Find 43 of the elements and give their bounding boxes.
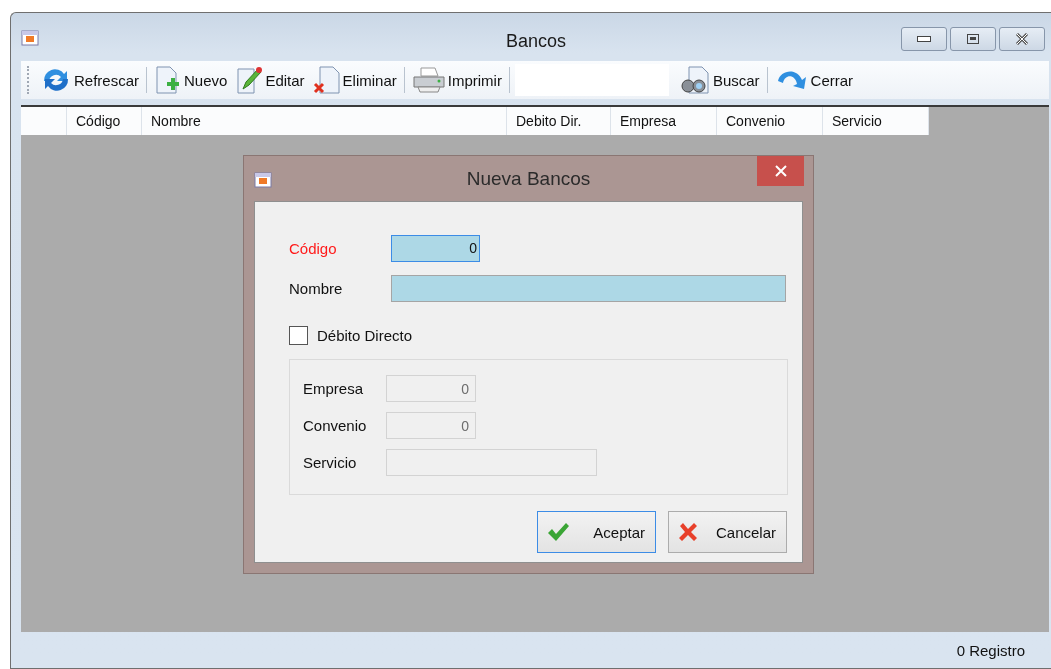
maximize-button[interactable] bbox=[950, 27, 996, 51]
edit-document-icon bbox=[235, 65, 264, 95]
dialog-title: Nueva Bancos bbox=[466, 168, 591, 190]
input-field[interactable]: 0 bbox=[391, 234, 480, 262]
x-icon bbox=[677, 521, 699, 543]
close-button[interactable] bbox=[757, 156, 804, 186]
close-icon bbox=[1015, 33, 1029, 45]
column-header[interactable]: Convenio bbox=[717, 107, 823, 135]
field-label: Empresa bbox=[303, 380, 365, 397]
checkbox-label: Débito Directo bbox=[317, 327, 413, 344]
toolbar-button[interactable]: Cerrar bbox=[770, 64, 858, 96]
row-header-cell bbox=[21, 107, 67, 135]
column-header[interactable]: Nombre bbox=[142, 107, 507, 135]
toolbar-button[interactable]: Refrescar bbox=[36, 64, 144, 96]
column-header[interactable]: Código bbox=[67, 107, 142, 135]
close-icon bbox=[774, 165, 787, 177]
printer-icon bbox=[411, 65, 446, 95]
window-title: Bancos bbox=[506, 31, 566, 52]
field-label: Nombre bbox=[289, 279, 344, 297]
record-count: 0 Registro bbox=[956, 641, 1025, 659]
check-icon bbox=[546, 522, 570, 542]
close-button[interactable] bbox=[999, 27, 1045, 51]
field-label: Servicio bbox=[303, 454, 358, 471]
toolbar-button[interactable]: Editar bbox=[231, 64, 309, 96]
input-field[interactable] bbox=[390, 274, 786, 302]
checkbox[interactable] bbox=[289, 326, 308, 345]
dialog-button[interactable]: Cancelar bbox=[668, 511, 787, 553]
toolbar-button[interactable]: Buscar bbox=[672, 64, 764, 96]
minimize-icon bbox=[917, 36, 931, 42]
minimize-button[interactable] bbox=[901, 27, 947, 51]
toolbar-button[interactable]: Nuevo bbox=[150, 64, 232, 96]
delete-document-icon bbox=[312, 65, 341, 95]
toolbar-button[interactable]: Eliminar bbox=[308, 64, 401, 96]
calendar-icon bbox=[21, 28, 39, 46]
column-header[interactable]: Debito Dir. bbox=[507, 107, 611, 135]
toolbar-button[interactable]: Imprimir bbox=[407, 64, 506, 96]
restore-icon bbox=[967, 34, 979, 44]
dialog-button[interactable]: Aceptar bbox=[537, 511, 656, 553]
column-header[interactable]: Servicio bbox=[823, 107, 929, 135]
calendar-icon bbox=[254, 169, 272, 188]
field-label: Convenio bbox=[303, 417, 368, 434]
field-label: Código bbox=[289, 239, 338, 257]
column-header[interactable]: Empresa bbox=[611, 107, 717, 135]
